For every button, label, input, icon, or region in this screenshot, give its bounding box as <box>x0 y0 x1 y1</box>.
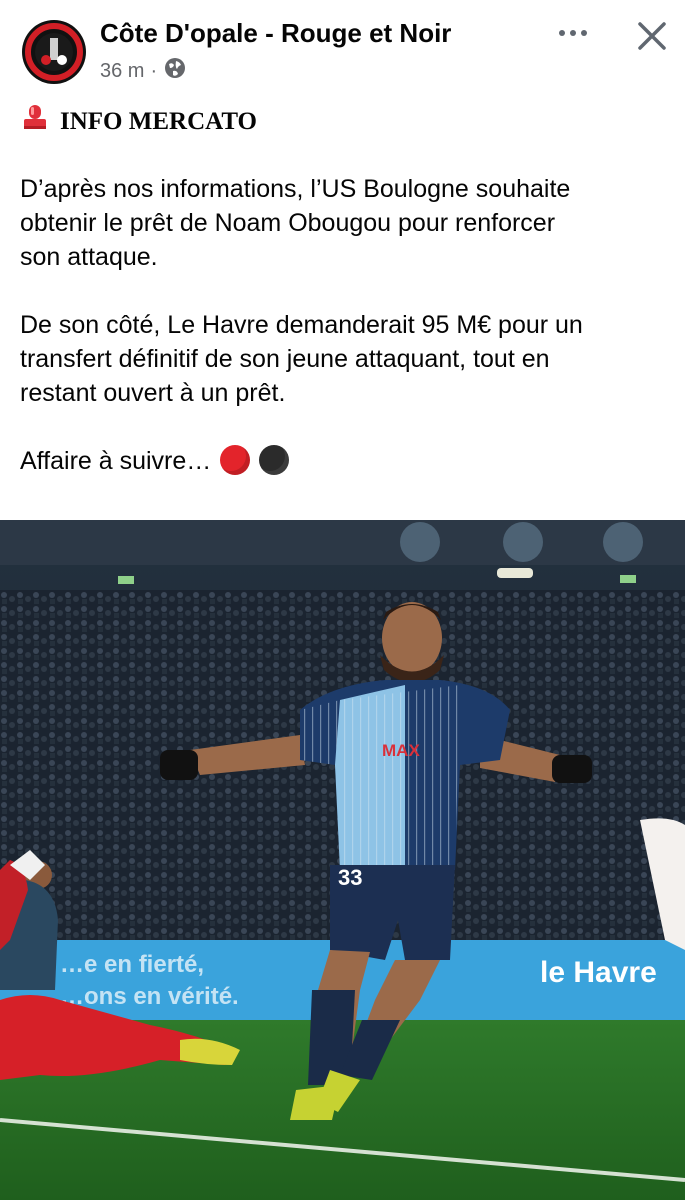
siren-emoji-icon <box>20 102 50 142</box>
heading-text: INFO MERCATO <box>60 108 257 135</box>
post-meta: 36 m · <box>100 56 187 86</box>
closing-line: Affaire à suivre… <box>20 444 670 478</box>
text-line: D’après nos informations, l’US Boulogne … <box>20 175 571 203</box>
more-options-icon[interactable] <box>553 18 593 48</box>
board-right-text: le Havre <box>540 956 657 989</box>
meta-separator: · <box>150 59 158 82</box>
closing-text: Affaire à suivre… <box>20 447 212 475</box>
board-left-text-1: …e en fierté, <box>60 951 204 978</box>
close-icon[interactable] <box>630 14 674 58</box>
sponsor-text: MAX <box>382 741 420 760</box>
text-line: De son côté, Le Havre demanderait 95 M€ … <box>20 311 583 339</box>
post-body: INFO MERCATO D’après nos informations, l… <box>20 102 670 478</box>
black-circle-emoji-icon <box>259 445 290 475</box>
text-line: son attaque. <box>20 243 158 271</box>
post-header: Côte D'opale - Rouge et Noir 36 m · <box>0 0 685 100</box>
text-line: transfert définitif de son jeune attaqua… <box>20 345 550 373</box>
shirt-number: 33 <box>338 865 362 890</box>
post-photo[interactable]: …e en fierté, …ons en vérité. le Havre M… <box>0 520 685 1200</box>
post-time[interactable]: 36 m <box>100 60 144 83</box>
club-logo-avatar[interactable] <box>22 20 86 84</box>
globe-icon <box>163 56 187 86</box>
text-line: restant ouvert à un prêt. <box>20 379 286 407</box>
red-circle-emoji-icon <box>220 445 251 475</box>
board-left-text-2: …ons en vérité. <box>60 983 239 1010</box>
text-line: obtenir le prêt de Noam Obougou pour ren… <box>20 209 556 237</box>
author-name[interactable]: Côte D'opale - Rouge et Noir <box>100 18 451 49</box>
post-heading: INFO MERCATO <box>20 102 670 142</box>
